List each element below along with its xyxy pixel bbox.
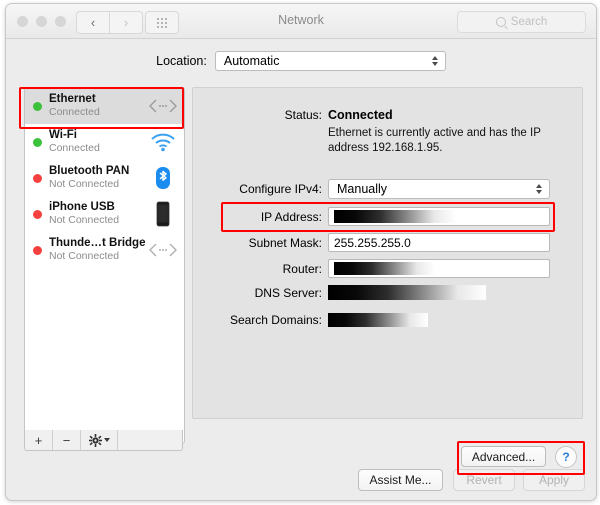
router-field[interactable] bbox=[328, 259, 550, 278]
title-bar: ‹ › Network Search bbox=[6, 4, 596, 39]
location-dropdown[interactable]: Automatic bbox=[214, 51, 446, 71]
location-value: Automatic bbox=[223, 54, 280, 68]
redacted-value bbox=[328, 313, 428, 327]
status-dot-red bbox=[33, 209, 42, 219]
ip-address-label: IP Address: bbox=[260, 209, 322, 224]
sidebar-item-iphone-usb[interactable]: iPhone USB Not Connected bbox=[25, 196, 184, 232]
status-row: Status: Connected bbox=[192, 108, 581, 122]
dns-server-value bbox=[328, 285, 550, 300]
subnet-mask-field[interactable]: 255.255.255.0 bbox=[328, 233, 550, 252]
chevron-down-icon bbox=[103, 438, 110, 442]
service-status: Not Connected bbox=[49, 178, 120, 190]
ip-address-field[interactable] bbox=[328, 207, 550, 226]
chevron-updown-icon bbox=[536, 184, 542, 194]
search-domains-row: Search Domains: bbox=[192, 313, 581, 327]
apply-button: Apply bbox=[523, 469, 585, 491]
configure-ipv4-dropdown[interactable]: Manually bbox=[328, 179, 550, 199]
help-button[interactable]: ? bbox=[555, 446, 577, 468]
router-label: Router: bbox=[282, 261, 322, 276]
service-name: Thunde…t Bridge bbox=[49, 237, 146, 249]
sidebar-item-wifi[interactable]: Wi-Fi Connected bbox=[25, 124, 184, 160]
service-actions-button[interactable] bbox=[81, 430, 118, 450]
ip-address-row: IP Address: bbox=[192, 207, 581, 226]
ethernet-icon bbox=[148, 237, 178, 263]
subnet-mask-label: Subnet Mask: bbox=[248, 235, 322, 250]
assist-me-button[interactable]: Assist Me... bbox=[358, 469, 443, 491]
service-list[interactable]: Ethernet Connected Wi-Fi Connected Bluet… bbox=[24, 87, 185, 444]
status-value: Connected bbox=[328, 108, 393, 122]
chevron-updown-icon bbox=[431, 56, 438, 66]
sidebar-item-bluetooth-pan[interactable]: Bluetooth PAN Not Connected bbox=[25, 160, 184, 196]
iphone-icon bbox=[148, 201, 178, 227]
sidebar-item-ethernet[interactable]: Ethernet Connected bbox=[25, 88, 184, 124]
service-status: Not Connected bbox=[49, 214, 120, 226]
location-row: Location: Automatic bbox=[6, 51, 596, 71]
configure-ipv4-row: Configure IPv4: Manually bbox=[192, 179, 581, 199]
status-description: Ethernet is currently active and has the… bbox=[328, 127, 541, 154]
network-preferences-window: ‹ › Network Search Location: Automatic E… bbox=[5, 3, 597, 501]
location-label: Location: bbox=[156, 54, 207, 68]
search-domains-value bbox=[328, 313, 550, 327]
service-status: Not Connected bbox=[49, 250, 120, 262]
subnet-mask-row: Subnet Mask: 255.255.255.0 bbox=[192, 233, 581, 252]
service-list-toolbar: + − bbox=[24, 430, 183, 451]
status-dot-green bbox=[33, 137, 42, 147]
status-dot-green bbox=[33, 101, 42, 111]
wifi-icon bbox=[148, 129, 178, 155]
redacted-value bbox=[328, 285, 486, 300]
configure-ipv4-label: Configure IPv4: bbox=[239, 182, 322, 196]
revert-button: Revert bbox=[453, 469, 515, 491]
redacted-value bbox=[334, 262, 435, 275]
service-name: iPhone USB bbox=[49, 201, 115, 213]
sidebar-item-thunderbolt-bridge[interactable]: Thunde…t Bridge Not Connected bbox=[25, 232, 184, 268]
service-name: Bluetooth PAN bbox=[49, 165, 130, 177]
toolbar-filler bbox=[118, 430, 182, 450]
search-domains-label: Search Domains: bbox=[229, 313, 322, 327]
configure-ipv4-value: Manually bbox=[337, 182, 388, 196]
search-icon bbox=[495, 17, 506, 27]
service-status: Connected bbox=[49, 106, 100, 118]
router-row: Router: bbox=[192, 259, 581, 278]
status-label: Status: bbox=[284, 108, 322, 122]
redacted-value bbox=[334, 210, 456, 223]
ethernet-icon bbox=[148, 93, 178, 119]
remove-service-button[interactable]: − bbox=[53, 430, 81, 450]
dns-server-row: DNS Server: bbox=[192, 285, 581, 300]
dns-server-label: DNS Server: bbox=[254, 285, 322, 300]
gear-icon bbox=[88, 433, 102, 447]
advanced-button[interactable]: Advanced... bbox=[461, 446, 546, 467]
search-field[interactable]: Search bbox=[457, 11, 586, 33]
service-name: Wi-Fi bbox=[49, 129, 77, 141]
add-service-button[interactable]: + bbox=[25, 430, 53, 450]
status-dot-red bbox=[33, 173, 42, 183]
service-status: Connected bbox=[49, 142, 100, 154]
service-name: Ethernet bbox=[49, 93, 96, 105]
bluetooth-icon bbox=[148, 165, 178, 191]
search-placeholder: Search bbox=[510, 16, 548, 28]
status-dot-red bbox=[33, 245, 42, 255]
